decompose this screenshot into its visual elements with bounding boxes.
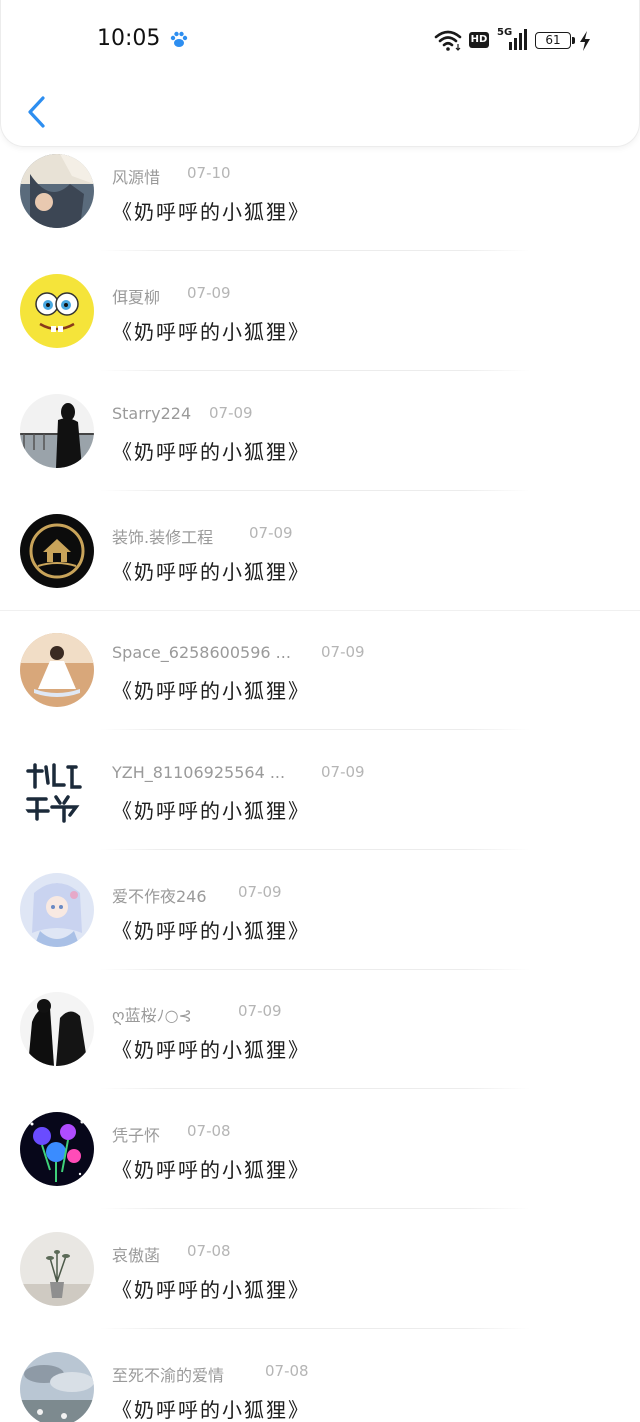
username[interactable]: 装饰.装修工程 [112,524,213,548]
avatar[interactable] [20,633,94,707]
list-item[interactable]: 佴夏柳 07-09 《奶呼呼的小狐狸》 [0,240,640,371]
battery-icon: 61 [535,32,575,49]
comment-list[interactable]: 风源惜 07-10 《奶呼呼的小狐狸》 佴夏柳 07-09 《奶呼呼的小狐狸》 … [0,0,640,1422]
work-title[interactable]: 《奶呼呼的小狐狸》 [112,1274,310,1303]
avatar[interactable] [20,394,94,468]
date: 07-09 [321,763,365,781]
work-title[interactable]: 《奶呼呼的小狐狸》 [112,1394,310,1422]
work-title[interactable]: 《奶呼呼的小狐狸》 [112,915,310,944]
date: 07-08 [265,1362,309,1380]
avatar-sky-clouds-image [20,1352,94,1422]
avatar-house-logo-image [20,514,94,588]
status-bar: 10:05 HD 5G 61 [1,0,640,80]
list-item[interactable]: 爱不作夜246 07-09 《奶呼呼的小狐狸》 [0,839,640,970]
wifi-icon [434,30,462,51]
list-item[interactable]: YZH_81106925564 ... 07-09 《奶呼呼的小狐狸》 [0,719,640,850]
avatar[interactable] [20,992,94,1066]
charging-icon [580,31,590,51]
avatar[interactable] [20,1112,94,1186]
avatar-dress-figure-image [20,633,94,707]
paw-icon [169,30,189,50]
avatar-photo-person-image [20,154,94,228]
avatar[interactable] [20,154,94,228]
avatar-anime-girl-image [20,873,94,947]
avatar-black-figures-image [20,992,94,1066]
date: 07-09 [187,284,231,302]
list-item[interactable]: 凭子怀 07-08 《奶呼呼的小狐狸》 [0,1078,640,1209]
username[interactable]: 爱不作夜246 [112,883,207,907]
avatar[interactable] [20,753,94,827]
work-title[interactable]: 《奶呼呼的小狐狸》 [112,556,310,585]
avatar[interactable] [20,873,94,947]
username[interactable]: 凭子怀 [112,1122,160,1146]
username[interactable]: ღ蓝桜ﾉ○⊰ [112,1002,192,1026]
date: 07-09 [238,883,282,901]
avatar-vase-plant-image [20,1232,94,1306]
date: 07-10 [187,164,231,182]
work-title[interactable]: 《奶呼呼的小狐狸》 [112,795,310,824]
battery-level: 61 [545,33,561,47]
avatar-spongebob-image [20,274,94,348]
work-title[interactable]: 《奶呼呼的小狐狸》 [112,436,310,465]
signal-icon [509,29,527,50]
date: 07-09 [238,1002,282,1020]
work-title[interactable]: 《奶呼呼的小狐狸》 [112,316,310,345]
date: 07-09 [249,524,293,542]
back-icon[interactable] [23,94,51,130]
date: 07-09 [209,404,253,422]
username[interactable]: Space_6258600596 ... [112,643,291,662]
avatar-calligraphy-image [20,753,94,827]
work-title[interactable]: 《奶呼呼的小狐狸》 [112,1034,310,1063]
list-item[interactable]: 至死不渝的爱情 07-08 《奶呼呼的小狐狸》 [0,1318,640,1422]
status-time: 10:05 [97,26,161,51]
avatar-neon-flower-image [20,1112,94,1186]
screen: 风源惜 07-10 《奶呼呼的小狐狸》 佴夏柳 07-09 《奶呼呼的小狐狸》 … [0,0,640,1422]
avatar[interactable] [20,514,94,588]
avatar-silhouette-girl-image [20,394,94,468]
date: 07-08 [187,1242,231,1260]
work-title[interactable]: 《奶呼呼的小狐狸》 [112,1154,310,1183]
list-item[interactable]: Space_6258600596 ... 07-09 《奶呼呼的小狐狸》 [0,599,640,730]
avatar[interactable] [20,1232,94,1306]
username[interactable]: 佴夏柳 [112,284,160,308]
hd-badge: HD [469,32,489,48]
avatar[interactable] [20,1352,94,1422]
avatar[interactable] [20,274,94,348]
date: 07-09 [321,643,365,661]
date: 07-08 [187,1122,231,1140]
list-item[interactable]: 装饰.装修工程 07-09 《奶呼呼的小狐狸》 [0,480,640,599]
username[interactable]: 风源惜 [112,164,160,188]
header: 10:05 HD 5G 61 [0,0,640,147]
list-item[interactable]: ღ蓝桜ﾉ○⊰ 07-09 《奶呼呼的小狐狸》 [0,958,640,1089]
username[interactable]: Starry224 [112,404,191,423]
username[interactable]: YZH_81106925564 ... [112,763,285,782]
work-title[interactable]: 《奶呼呼的小狐狸》 [112,196,310,225]
list-item[interactable]: Starry224 07-09 《奶呼呼的小狐狸》 [0,360,640,491]
username[interactable]: 至死不渝的爱情 [112,1362,224,1386]
list-item[interactable]: 哀傲菡 07-08 《奶呼呼的小狐狸》 [0,1198,640,1329]
work-title[interactable]: 《奶呼呼的小狐狸》 [112,675,310,704]
username[interactable]: 哀傲菡 [112,1242,160,1266]
